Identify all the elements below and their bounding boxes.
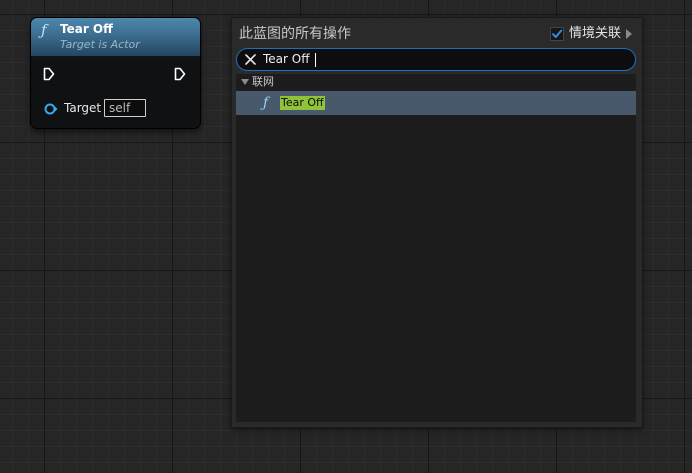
node-subtitle: Target is Actor	[60, 38, 140, 51]
context-sensitive-label[interactable]: 情境关联	[569, 25, 621, 43]
list-item-tear-off[interactable]: ƒ Tear Off	[236, 91, 636, 115]
checkmark-icon	[552, 29, 563, 38]
list-item-label: Tear Off	[280, 96, 325, 110]
menu-title: 此蓝图的所有操作	[239, 26, 351, 42]
collapse-arrow-icon[interactable]	[241, 79, 249, 85]
expand-arrow-icon[interactable]	[626, 29, 632, 39]
results-list[interactable]: 联网 ƒ Tear Off	[236, 74, 636, 422]
node-header[interactable]: ƒ Tear Off Target is Actor	[31, 18, 200, 57]
target-pin-label: Target	[64, 101, 102, 115]
search-box[interactable]	[236, 48, 636, 71]
blueprint-function-node[interactable]: ƒ Tear Off Target is Actor Target self	[31, 18, 200, 128]
action-menu: 此蓝图的所有操作 情境关联 联网 ƒ Tear Off	[231, 17, 643, 428]
function-icon: ƒ	[41, 21, 47, 39]
target-pin-icon[interactable]	[44, 102, 58, 116]
context-sensitive-checkbox[interactable]	[550, 27, 564, 41]
category-label: 联网	[252, 75, 274, 88]
search-input[interactable]	[263, 50, 623, 69]
category-networking[interactable]: 联网	[236, 74, 636, 90]
clear-search-icon[interactable]	[244, 53, 257, 66]
target-value-field[interactable]: self	[104, 99, 146, 117]
function-icon: ƒ	[263, 95, 269, 111]
text-caret	[315, 53, 316, 67]
exec-out-pin-icon[interactable]	[174, 67, 186, 81]
node-title: Tear Off	[60, 22, 113, 36]
exec-in-pin-icon[interactable]	[43, 67, 55, 81]
